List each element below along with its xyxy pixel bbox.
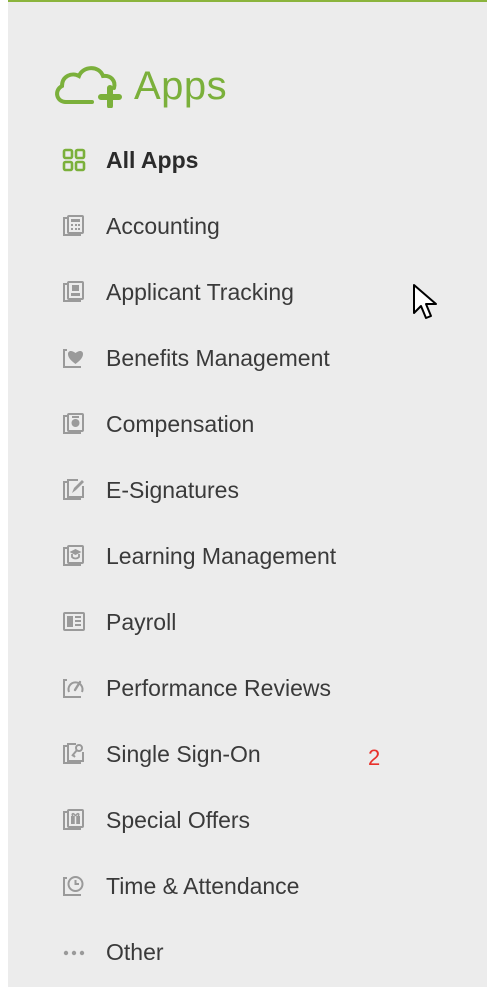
gift-icon (63, 809, 84, 830)
nav-item-other[interactable]: Other (62, 932, 164, 972)
grid-icon (62, 148, 86, 172)
page-title: Apps (134, 63, 228, 108)
nav-item-time-attendance[interactable]: Time & Attendance (62, 866, 299, 906)
graduation-cap-icon (63, 545, 84, 566)
nav-item-special-offers[interactable]: Special Offers (62, 800, 250, 840)
nav-item-label: Time & Attendance (106, 872, 300, 899)
mouse-cursor-icon (413, 284, 437, 319)
nav-item-payroll[interactable]: Payroll (62, 602, 176, 642)
heart-icon (63, 349, 83, 368)
nav-item-e-signatures[interactable]: E-Signatures (62, 470, 239, 510)
signature-icon (63, 479, 84, 500)
annotation-badge: 2 (368, 745, 381, 770)
nav-item-label: Compensation (106, 410, 255, 437)
nav-item-compensation[interactable]: Compensation (62, 404, 254, 444)
nav-item-single-sign-on[interactable]: Single Sign-On (62, 734, 261, 774)
clock-icon (63, 876, 84, 896)
nav-item-all-apps[interactable]: All Apps (62, 140, 198, 180)
key-icon (63, 743, 84, 764)
nav-item-performance-reviews[interactable]: Performance Reviews (62, 668, 331, 708)
nav-item-label: Learning Management (106, 542, 337, 569)
nav-item-label: All Apps (106, 146, 199, 173)
nav-item-label: Single Sign-On (106, 740, 261, 767)
nav-item-benefits-management[interactable]: Benefits Management (62, 338, 330, 378)
nav-item-applicant-tracking[interactable]: Applicant Tracking (62, 272, 294, 312)
nav-item-label: Performance Reviews (106, 674, 331, 701)
calculator-icon (63, 215, 84, 236)
nav-item-label: Other (106, 938, 164, 965)
nav-item-label: Applicant Tracking (106, 278, 294, 305)
nav-item-label: Benefits Management (106, 344, 330, 371)
ellipsis-icon (63, 950, 85, 956)
compensation-icon (63, 413, 84, 434)
nav-item-label: Accounting (106, 212, 220, 239)
nav-item-learning-management[interactable]: Learning Management (62, 536, 336, 576)
applicant-icon (63, 281, 84, 302)
payroll-icon (63, 612, 85, 631)
apps-sidebar: Apps All Apps Accounting Applicant Track… (8, 0, 487, 987)
nav-item-label: Payroll (106, 608, 177, 635)
apps-header: Apps (52, 60, 227, 112)
nav-item-label: Special Offers (106, 806, 251, 833)
nav-item-accounting[interactable]: Accounting (62, 206, 220, 246)
cloud-plus-icon (55, 66, 122, 108)
gauge-icon (63, 679, 84, 698)
nav-item-label: E-Signatures (106, 476, 239, 503)
